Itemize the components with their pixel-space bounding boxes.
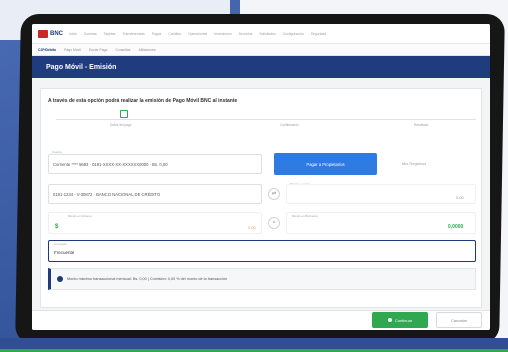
info-text: Monto máximo transaccional mensual: Bs. …	[67, 277, 228, 281]
logo-mark-icon	[38, 29, 48, 38]
menu-item[interactable]: Inversiones	[214, 32, 231, 36]
subnav-item[interactable]: Consultas	[115, 48, 130, 52]
app-screen: BNC Inicio Cuentas Tarjetas Transferenci…	[32, 24, 490, 330]
stepper-track	[56, 119, 476, 120]
menu-item[interactable]: Operaciones	[188, 32, 207, 36]
form-instruction: A través de esta opción podrá realizar l…	[48, 98, 238, 104]
menu-item[interactable]: Seguridad	[311, 32, 326, 36]
my-records-link[interactable]: Mis Registros	[402, 161, 426, 166]
amount-input[interactable]	[286, 184, 476, 204]
brand-logo[interactable]: BNC	[38, 29, 63, 38]
concept-input[interactable]	[48, 240, 476, 262]
equals-icon: =	[268, 217, 280, 229]
menu-item[interactable]: Tarjetas	[104, 32, 116, 36]
usd-amount-value: 0,00	[248, 225, 256, 230]
info-icon	[57, 276, 63, 282]
step-document-icon	[120, 110, 128, 118]
menu-item[interactable]: Solicitudes	[259, 32, 275, 36]
subnav-item[interactable]: Pago Móvil	[64, 48, 81, 52]
menu-item[interactable]: Créditos	[168, 32, 181, 36]
continue-button[interactable]: Continuar	[372, 312, 428, 328]
menu-item[interactable]: Inicio	[69, 32, 77, 36]
info-banner: Monto máximo transaccional mensual: Bs. …	[48, 268, 476, 290]
menu-item[interactable]: Servicios	[239, 32, 253, 36]
subnav-item[interactable]: Afiliaciones	[138, 48, 155, 52]
step-label: Resultado	[414, 123, 429, 127]
dollar-icon: $	[55, 224, 59, 230]
page-title-bar: Pago Móvil - Emisión	[32, 56, 490, 78]
step-label: Datos del pago	[110, 123, 132, 127]
check-icon	[387, 318, 392, 322]
menu-item[interactable]: Configuración	[283, 32, 304, 36]
usd-amount-label: Monto en Dólares	[68, 214, 92, 218]
main-menu: Inicio Cuentas Tarjetas Transferencias P…	[69, 32, 326, 36]
subnav-item-active[interactable]: C2P/Débito	[38, 48, 56, 52]
bs-amount-value: 0,0000	[448, 224, 464, 230]
logo-text: BNC	[50, 30, 63, 37]
page-title: Pago Móvil - Emisión	[46, 63, 117, 71]
menu-item[interactable]: Transferencias	[122, 32, 144, 36]
beneficiary-select[interactable]: 0191-1234 · V-30872 · BANCO NACIONAL DE …	[48, 184, 262, 204]
pay-owners-button[interactable]: Pagar a Propietarios	[274, 153, 377, 175]
cancel-button[interactable]: Cancelar	[436, 312, 482, 328]
concept-label: Concepto	[54, 242, 67, 246]
step-label: Confirmación	[280, 123, 299, 127]
sub-navigation: C2P/Débito Pago Móvil Enviar Pago Consul…	[32, 44, 490, 56]
concept-value: Frecuente	[54, 250, 75, 255]
bs-amount-label: Monto en Bolívares	[292, 214, 318, 218]
menu-item[interactable]: Cuentas	[84, 32, 97, 36]
amount-value: 0,00	[456, 195, 464, 200]
swap-icon[interactable]: ⇄	[268, 188, 280, 200]
account-select[interactable]: Corriente **** 5683 · 0191-XXXX-XX-XXXXX…	[48, 154, 262, 174]
subnav-item[interactable]: Enviar Pago	[89, 48, 107, 52]
menu-item[interactable]: Pagos	[152, 32, 162, 36]
top-navigation: BNC Inicio Cuentas Tarjetas Transferenci…	[32, 24, 490, 44]
